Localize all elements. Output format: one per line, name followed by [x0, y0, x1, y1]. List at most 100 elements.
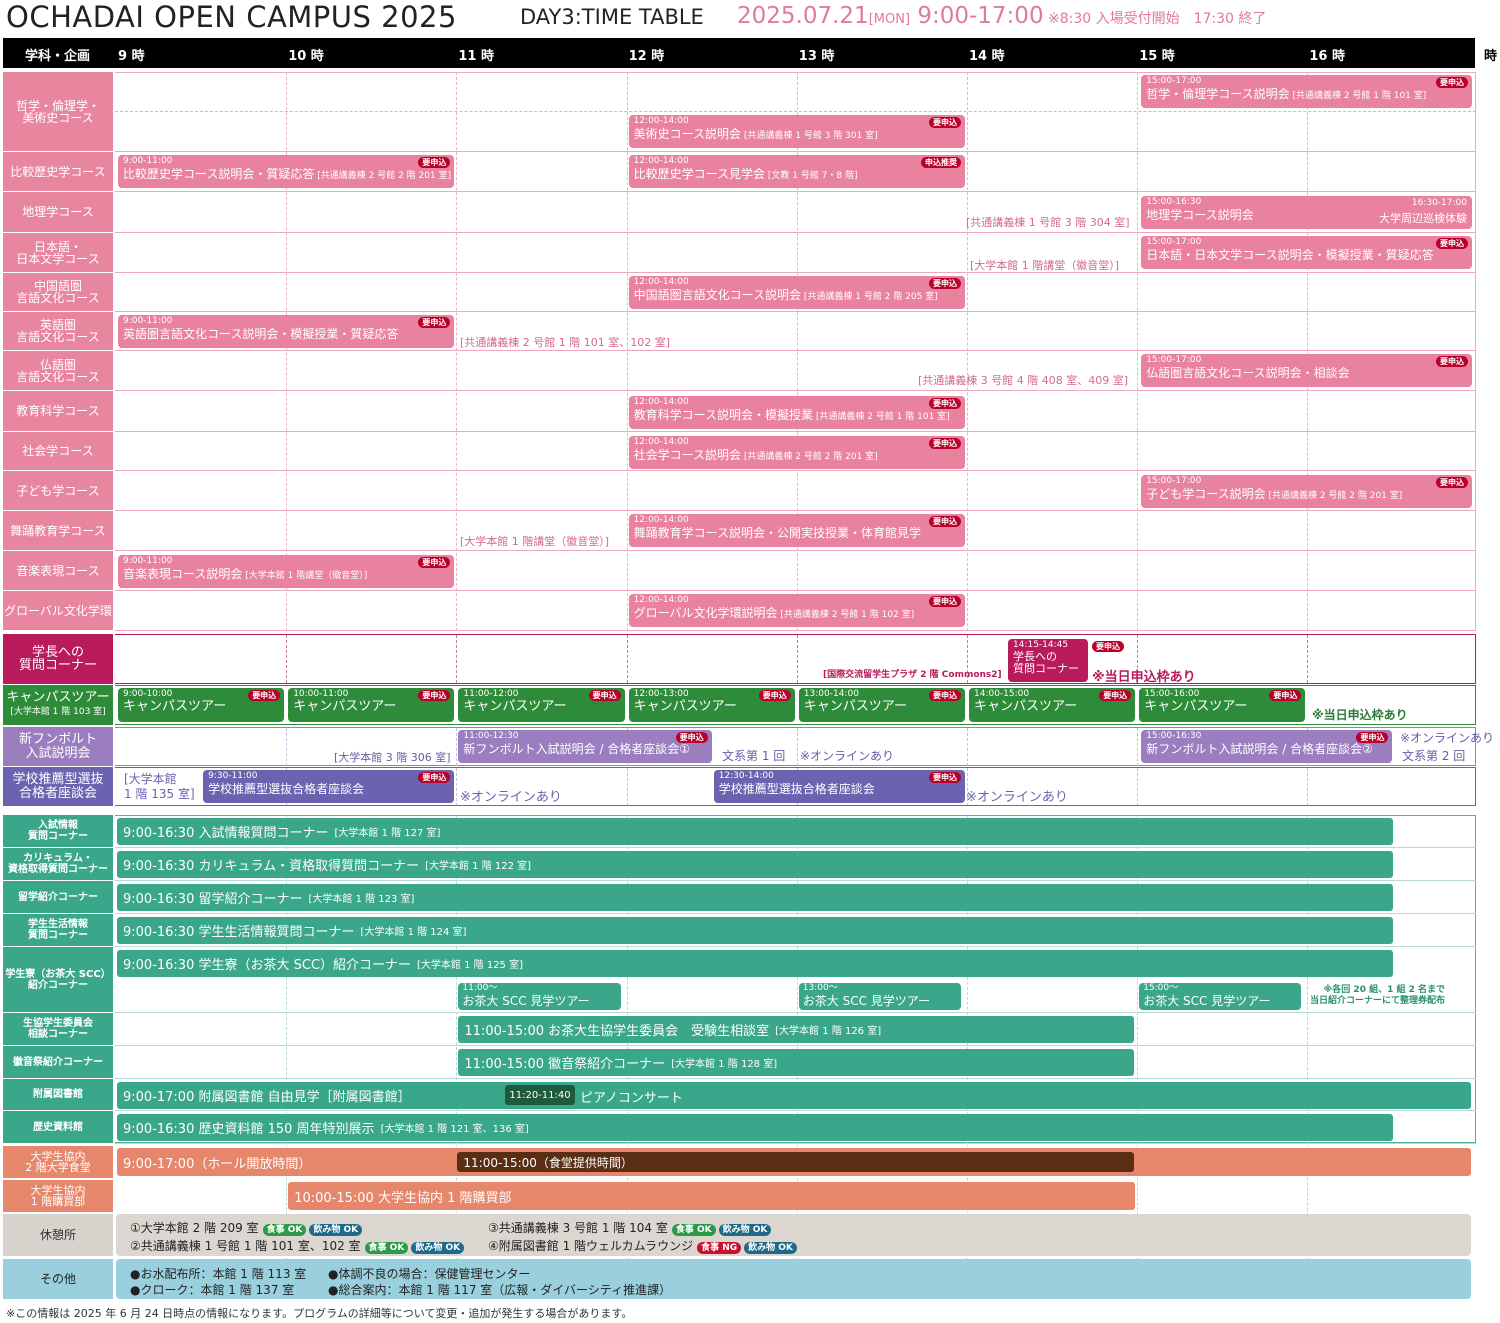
coop-meal-bar[interactable]: 11:00-15:00（食堂提供時間）	[457, 1152, 1135, 1172]
humboldt-event-2[interactable]: 15:00-16:30 新フンボルト入試説明会 / 合格者座談会② 要申込	[1141, 730, 1393, 763]
event-room: [文教 1 号館 7・8 階]	[765, 171, 858, 181]
corner-room: [大学本館 1 階 127 室]	[334, 828, 441, 839]
dept-row-label: 哲学・倫理学・ 美術史コース	[3, 72, 113, 151]
event-block[interactable]: 9:00-11:00 英語圏言語文化コース説明会・模擬授業・質疑応答 要申込	[118, 315, 455, 348]
drink-badge: 飲み物 OK	[718, 1224, 772, 1236]
event-block[interactable]: 15:00-17:00 仏語圏言語文化コース説明会・相談会 要申込	[1141, 354, 1472, 387]
required-badge: 要申込	[928, 596, 961, 607]
required-badge: 要申込	[928, 772, 961, 783]
corner-bar[interactable]: 9:00-16:30 学生生活情報質問コーナー [大学本館 1 階 124 室]	[117, 917, 1393, 944]
location-note: [共通講義棟 3 号館 4 階 408 室、409 室]	[918, 374, 1129, 387]
president-event[interactable]: 14:15-14:45 学長への 質問コーナー	[1008, 639, 1088, 682]
corner-bar[interactable]: 9:00-16:30 歴史資料館 150 周年特別展示 [大学本館 1 階 121…	[117, 1114, 1393, 1141]
corner-bar[interactable]: 11:00-15:00 徽音祭紹介コーナー [大学本館 1 階 128 室]	[458, 1049, 1135, 1076]
corner-bar[interactable]: 9:00-16:30 学生寮（お茶大 SCC）紹介コーナー [大学本館 1 階 1…	[117, 950, 1393, 977]
event-block[interactable]: 15:00-17:00 子ども学コース説明会 [共通講義棟 2 号館 2 階 20…	[1141, 475, 1472, 508]
time-bar: 学科・企画 9 時 10 時 11 時 12 時 13 時 14 時 15 時 16 時 17	[3, 38, 1498, 68]
corner-label: 附属図書館	[3, 1079, 113, 1110]
tour-label-text: キャンパスツアー	[6, 690, 110, 705]
timebar-hour: 14 時	[969, 49, 1005, 64]
tour-slot[interactable]: 13:00-14:00 キャンパスツアー 要申込	[798, 688, 965, 722]
tour-label-room: [大学本館 1 階 103 室]	[10, 707, 106, 717]
event-time: 11:00～	[462, 983, 498, 993]
event-block[interactable]: 12:00-14:00 美術史コース説明会 [共通講義棟 1 号館 3 階 301…	[628, 115, 965, 148]
corner-room: [大学本館 1 階 122 室]	[425, 861, 532, 872]
event-title: 比較歴史学コース見学会 [文教 1 号館 7・8 階]	[633, 167, 858, 181]
online-note: ※オンラインあり	[460, 790, 562, 805]
hour-gridline	[1137, 72, 1139, 631]
entry-note: ※8:30 入場受付開始 17:30 終了	[1048, 11, 1267, 27]
online-note: ※オンラインあり	[1400, 731, 1495, 745]
tour-slot[interactable]: 14:00-15:00 キャンパスツアー 要申込	[969, 688, 1136, 722]
school-event-2[interactable]: 12:30-14:00 学校推薦型選抜合格者座談会 要申込	[713, 770, 965, 803]
other-item: ●体調不良の場合：保健管理センター	[328, 1267, 531, 1281]
event-block[interactable]: 12:00-14:00 中国語圏言語文化コース説明会 [共通講義棟 1 号館 2 …	[628, 276, 965, 309]
required-badge: 要申込	[1099, 690, 1132, 701]
event-block[interactable]: 12:00-14:00 グローバル文化学環説明会 [共通講義棟 2 号館 1 階 …	[628, 594, 965, 627]
row-divider	[115, 390, 1476, 391]
timebar-hour: 12 時	[628, 49, 665, 64]
event-block[interactable]: 15:00-17:00 日本語・日本文学コース説明会・模擬授業・質疑応答 要申込	[1141, 236, 1472, 269]
event-block[interactable]: 9:00-11:00 比較歴史学コース説明会・質疑応答 [共通講義棟 2 号館 2…	[118, 155, 455, 188]
location-note: [大学本館 1 階講堂（徽音堂）]	[970, 259, 1120, 272]
event-time: 15:00-17:00	[1146, 76, 1202, 86]
hour-gridline	[626, 72, 628, 631]
school-event-1[interactable]: 9:30-11:00 学校推薦型選抜合格者座談会 要申込	[203, 770, 455, 803]
corner-label: 学生寮（お茶大 SCC） 紹介コーナー	[3, 947, 113, 1012]
event-block[interactable]: 12:00-14:00 社会学コース説明会 [共通講義棟 2 号館 2 階 201…	[628, 436, 965, 469]
piano-title: ピアノコンサート	[580, 1091, 683, 1106]
corner-text: 9:00-16:30 歴史資料館 150 周年特別展示	[123, 1122, 375, 1137]
scc-tour-slot[interactable]: 11:00～ お茶大 SCC 見学ツアー	[458, 983, 621, 1010]
event-title: お茶大 SCC 見学ツアー	[1143, 994, 1271, 1008]
corner-bar[interactable]: 11:00-15:00 お茶大生協学生委員会 受験生相談室 [大学本館 1 階 1…	[458, 1016, 1135, 1043]
online-note: ※オンラインあり	[966, 790, 1068, 805]
corner-bar[interactable]: 9:00-16:30 カリキュラム・資格取得質問コーナー [大学本館 1 階 12…	[117, 851, 1393, 878]
event-block[interactable]: 12:00-14:00 比較歴史学コース見学会 [文教 1 号館 7・8 階] 申込…	[628, 155, 965, 188]
day-label: DAY3:TIME TABLE	[520, 5, 704, 29]
event-title: 新フンボルト入試説明会 / 合格者座談会②	[1146, 742, 1373, 756]
event-block[interactable]: 15:00-16:30地理学コース説明会要申込16:30-17:00大学周辺巡検…	[1141, 196, 1472, 229]
tour-slot[interactable]: 15:00-16:00 キャンパスツアー 要申込	[1139, 688, 1306, 722]
event-title: 社会学コース説明会 [共通講義棟 2 号館 2 階 201 室]	[633, 448, 878, 462]
timebar-hour-unit: 時	[1484, 49, 1498, 64]
president-label: 学長への 質問コーナー	[3, 634, 113, 684]
humboldt-event-1[interactable]: 11:00-12:30 新フンボルト入試説明会 / 合格者座談会① 要申込	[458, 730, 712, 763]
president-row	[115, 634, 1476, 684]
corner-text: 11:00-15:00 お茶大生協学生委員会 受験生相談室	[464, 1024, 770, 1039]
row-divider	[115, 1045, 1476, 1046]
tour-slot[interactable]: 10:00-11:00 キャンパスツアー 要申込	[288, 688, 455, 722]
event-time: 9:30-11:00	[208, 771, 258, 781]
event-block[interactable]: 12:00-14:00 舞踊教育学コース説明会・公開実技授業・体育館見学 要申込	[628, 514, 965, 547]
tour-slot[interactable]: 12:00-13:00 キャンパスツアー 要申込	[628, 688, 795, 722]
event-block[interactable]: 12:00-14:00 教育科学コース説明会・模擬授業 [共通講義棟 2 号館 1…	[628, 396, 965, 429]
corner-bar[interactable]: 9:00-16:30 入試情報質問コーナー [大学本館 1 階 127 室]	[117, 818, 1393, 845]
row-divider	[115, 232, 1476, 233]
timebar-hour: 9 時	[118, 49, 145, 64]
location-note: [大学本館 1 階 135 室]	[124, 772, 195, 801]
event-title: グローバル文化学環説明会 [共通講義棟 2 号館 1 階 102 室]	[633, 606, 915, 620]
rest-item-text: ①大学本館 2 階 209 室	[130, 1221, 259, 1235]
location-note: [共通講義棟 1 号館 3 階 304 室]	[966, 216, 1130, 229]
dept-row-label: グローバル文化学環	[3, 591, 113, 630]
event-block[interactable]: 15:00-17:00 哲学・倫理学コース説明会 [共通講義棟 2 号館 1 階 …	[1141, 75, 1472, 108]
event-title: キャンパスツアー	[463, 699, 567, 714]
row-divider	[115, 272, 1476, 273]
date-label: 2025.07.21[MON] 9:00-17:00	[737, 3, 1044, 29]
corner-bar[interactable]: 9:00-16:30 留学紹介コーナー [大学本館 1 階 123 室]	[117, 884, 1393, 911]
row-divider	[115, 1012, 1476, 1013]
event-room: [共通講義棟 2 号館 2 階 201 室]	[314, 171, 452, 181]
scc-tour-slot[interactable]: 15:00～ お茶大 SCC 見学ツアー	[1139, 983, 1302, 1010]
piano-time[interactable]: 11:20-11:40	[505, 1085, 575, 1105]
tour-slot[interactable]: 11:00-12:00 キャンパスツアー 要申込	[458, 688, 625, 722]
coop-store-bar[interactable]: 10:00-15:00 大学生協内 1 階購買部	[288, 1182, 1136, 1210]
hour-gridline	[456, 72, 458, 631]
tour-slot[interactable]: 9:00-10:00 キャンパスツアー 要申込	[118, 688, 285, 722]
event-time: 15:00-16:30	[1146, 731, 1202, 741]
humboldt-label: 新フンボルト 入試説明会	[3, 727, 113, 766]
event-block[interactable]: 9:00-11:00 音楽表現コース説明会 [大学本館 1 階講堂（徽音堂）] 要申…	[118, 555, 455, 588]
event-room: [共通講義棟 2 号館 2 階 201 室]	[1265, 491, 1403, 501]
corner-label: カリキュラム・ 資格取得質問コーナー	[3, 848, 113, 880]
required-badge: 要申込	[248, 690, 281, 701]
corner-bar[interactable]: 9:00-17:00 附属図書館 自由見学［附属図書館］	[117, 1082, 1471, 1109]
scc-tour-slot[interactable]: 13:00～ お茶大 SCC 見学ツアー	[798, 983, 961, 1010]
